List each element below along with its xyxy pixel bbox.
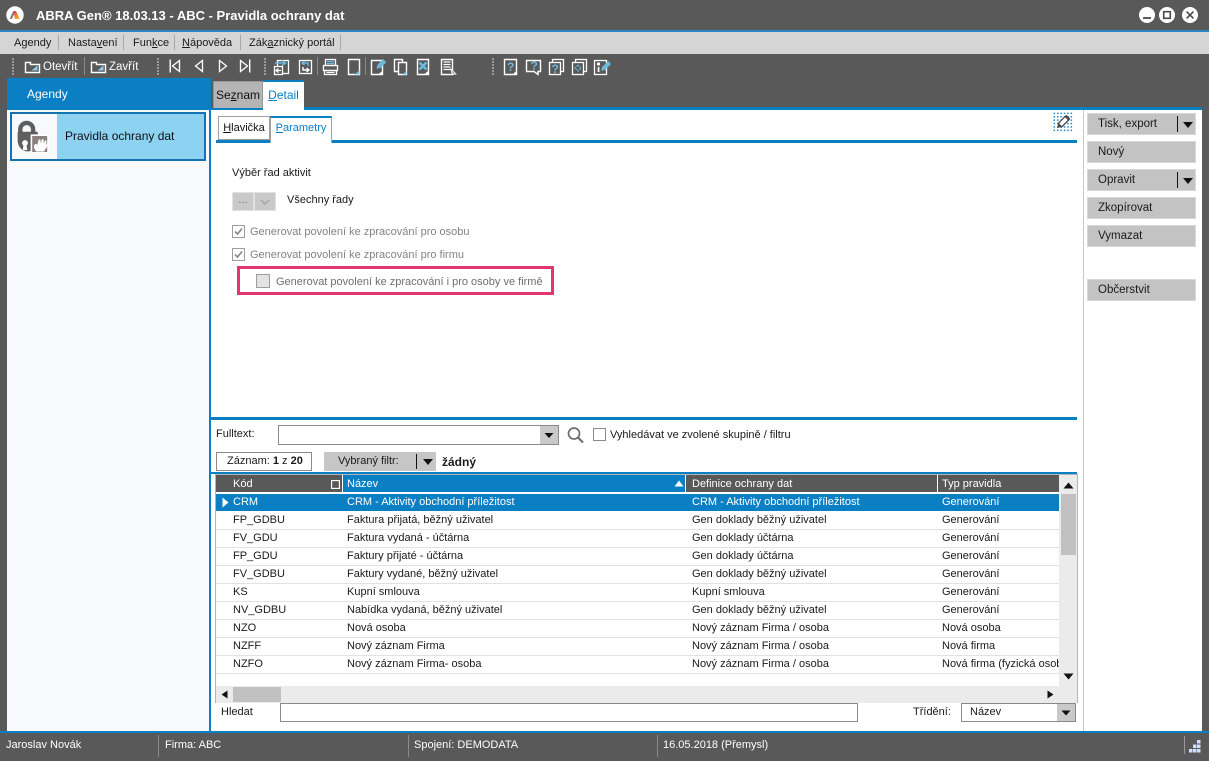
svg-text:?: ? (531, 59, 538, 73)
svg-text:?: ? (552, 62, 559, 76)
svg-text:?: ? (507, 60, 514, 74)
